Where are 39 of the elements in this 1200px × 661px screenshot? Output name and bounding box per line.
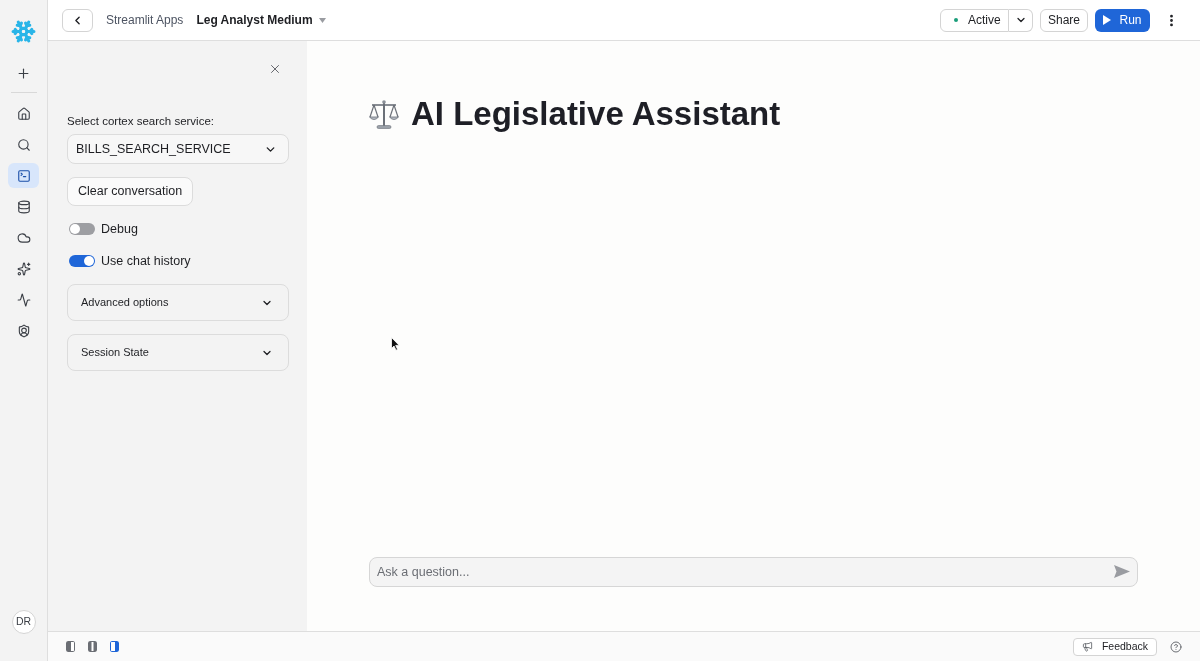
chat-input-field[interactable]: Ask a question... xyxy=(369,557,1138,587)
toggle-switch[interactable] xyxy=(69,255,95,267)
play-icon xyxy=(1103,15,1112,25)
cloud-icon xyxy=(16,230,31,245)
avatar[interactable]: DR xyxy=(11,610,36,634)
pointer-icon xyxy=(391,337,400,351)
panel-left-icon[interactable] xyxy=(66,641,75,652)
panels-split-icon[interactable] xyxy=(88,641,97,652)
caret-down-icon[interactable] xyxy=(318,17,326,23)
select-label: Select cortex search service: xyxy=(67,114,215,128)
activity-icon xyxy=(16,292,31,307)
toggle-label: Use chat history xyxy=(101,252,191,270)
panel-right-icon[interactable] xyxy=(110,641,119,652)
status-button[interactable]: Active xyxy=(940,8,1009,32)
help-icon[interactable] xyxy=(1170,640,1182,653)
toggle-label: Debug xyxy=(101,220,138,238)
nav-button[interactable] xyxy=(8,163,39,188)
status-dropdown-button[interactable] xyxy=(1009,8,1033,32)
feedback-button[interactable]: Feedback xyxy=(1073,637,1157,656)
breadcrumb-link[interactable]: Streamlit Apps xyxy=(106,11,184,29)
search-icon xyxy=(16,137,31,152)
select-field[interactable]: BILLS_SEARCH_SERVICE xyxy=(67,134,289,164)
close-icon[interactable] xyxy=(268,62,282,76)
run-button[interactable]: Run xyxy=(1095,8,1150,32)
megaphone-icon xyxy=(1081,641,1093,652)
plus-icon[interactable] xyxy=(16,66,31,81)
terminal-icon xyxy=(16,168,31,183)
share-button[interactable]: Share xyxy=(1040,8,1088,32)
toggle-switch[interactable] xyxy=(69,223,95,235)
sparkles-icon xyxy=(16,261,31,276)
shield-user-icon xyxy=(16,323,31,338)
clear-conversation-button[interactable]: Clear conversation xyxy=(67,177,194,206)
scales-icon xyxy=(369,98,399,130)
home-icon xyxy=(16,106,31,121)
page-title: AI Legislative Assistant xyxy=(411,94,781,134)
expander[interactable]: Advanced options xyxy=(67,284,289,321)
expander[interactable]: Session State xyxy=(67,334,289,371)
database-icon xyxy=(16,199,31,214)
app-name[interactable]: Leg Analyst Medium xyxy=(196,11,313,29)
